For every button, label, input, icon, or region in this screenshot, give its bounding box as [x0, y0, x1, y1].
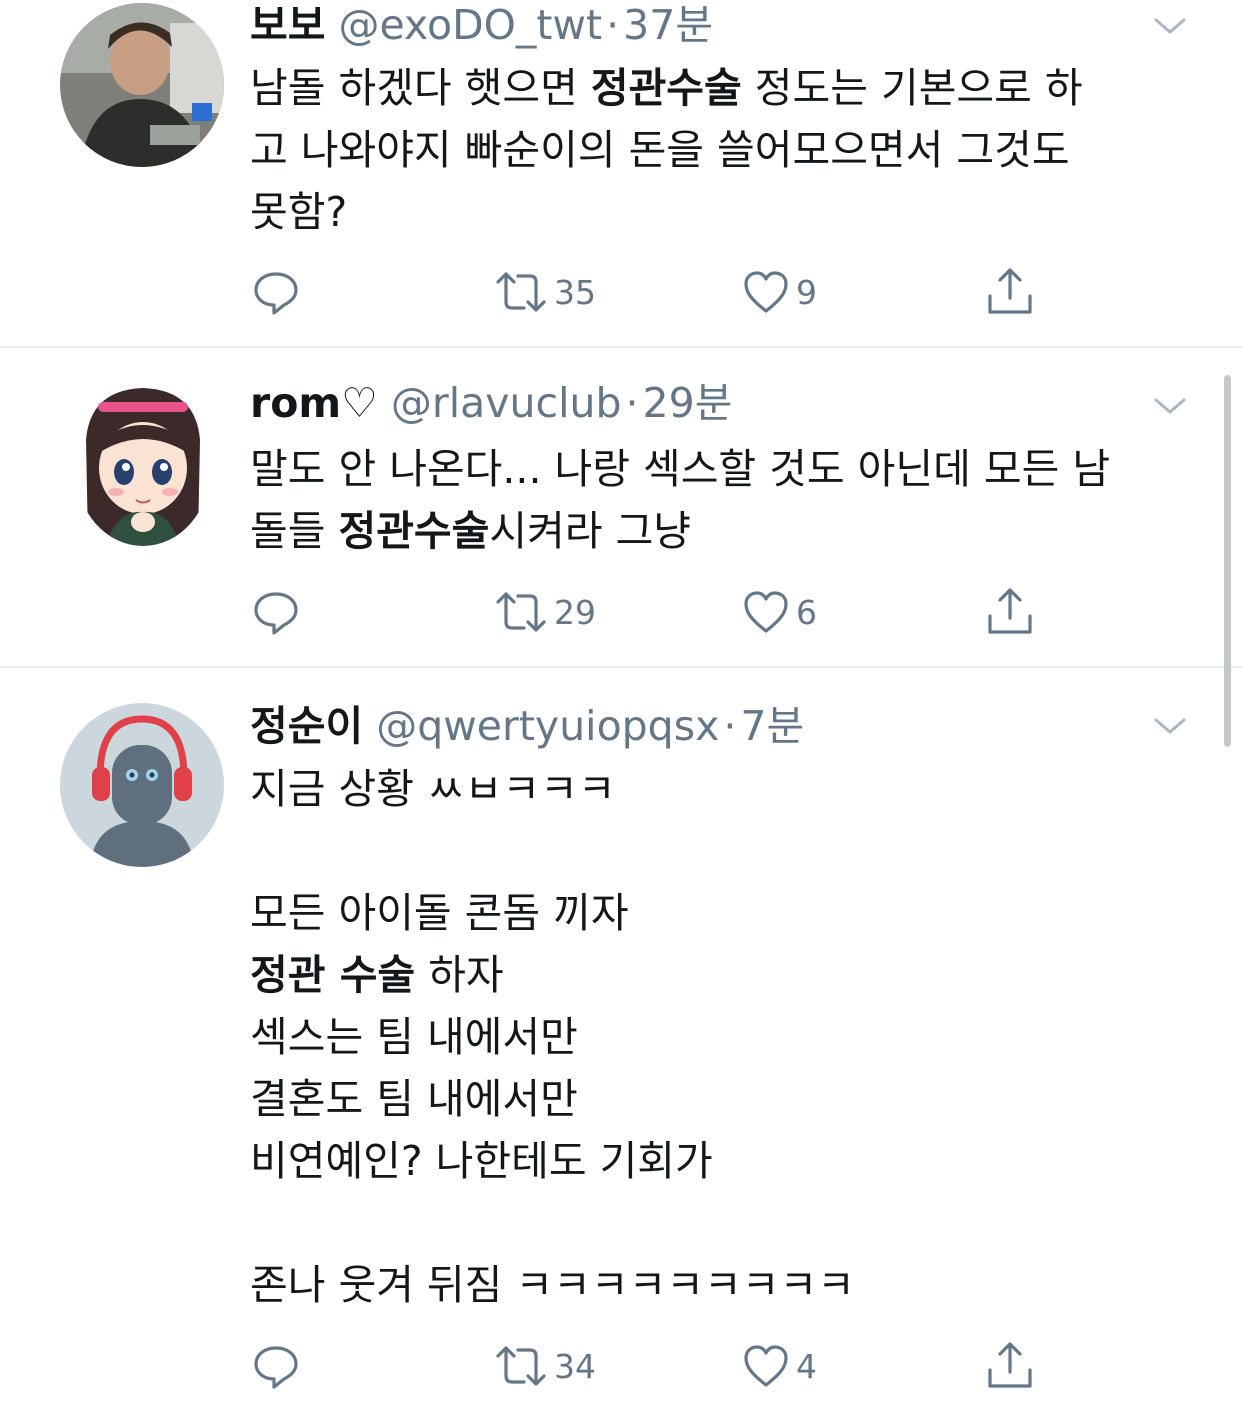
share-icon	[988, 268, 1032, 314]
tweet-actions: 35 9	[0, 262, 1242, 322]
reply-button[interactable]	[252, 582, 300, 642]
retweet-button[interactable]: 29	[494, 582, 596, 642]
display-name[interactable]: 보보	[250, 1, 325, 49]
timestamp[interactable]: 7분	[740, 702, 804, 750]
tweet-actions: 29 6	[0, 582, 1242, 642]
separator-dot: ·	[723, 702, 737, 750]
user-handle[interactable]: @rlavuclub	[391, 379, 622, 427]
separator-dot: ·	[606, 1, 620, 49]
share-icon	[988, 588, 1032, 634]
like-button[interactable]: 9	[742, 262, 817, 322]
retweet-button[interactable]: 35	[494, 262, 596, 322]
display-name[interactable]: rom♡	[250, 379, 378, 427]
share-icon	[988, 1342, 1032, 1388]
tweet-2[interactable]: rom♡ @rlavuclub·29분 말도 안 나온다... 나랑 섹스할 것…	[0, 348, 1242, 668]
reply-icon	[254, 1346, 298, 1389]
separator-dot: ·	[625, 379, 639, 427]
tweet-text: 지금 상황 ㅆㅂㅋㅋㅋ 모든 아이돌 콘돔 끼자 정관 수술 하자 섹스는 팀 …	[250, 765, 855, 1309]
share-button[interactable]	[986, 582, 1034, 642]
avatar[interactable]	[76, 380, 210, 546]
like-button[interactable]: 4	[742, 1336, 817, 1396]
avatar[interactable]	[60, 703, 224, 867]
tweet-header: rom♡ @rlavuclub·29분	[250, 378, 732, 428]
tweet-3[interactable]: 정순이 @qwertyuiopqsx·7분 지금 상황 ㅆㅂㅋㅋㅋ 모든 아이돌…	[0, 668, 1242, 1407]
share-button[interactable]	[986, 262, 1034, 322]
tweet-header: 보보 @exoDO_twt·37분	[250, 0, 713, 50]
share-button[interactable]	[986, 1336, 1034, 1396]
tweet-text: 남돌 하겠다 햇으면 정관수술 정도는 기본으로 하 고 나와야지 빠순이의 돈…	[250, 64, 1083, 236]
display-name[interactable]: 정순이	[250, 702, 363, 750]
tweet-header: 정순이 @qwertyuiopqsx·7분	[250, 701, 804, 751]
timestamp[interactable]: 29분	[643, 379, 733, 427]
like-count: 9	[796, 272, 817, 312]
retweet-count: 34	[554, 1346, 596, 1386]
retweet-icon	[496, 272, 546, 312]
chevron-down-icon[interactable]	[1152, 714, 1188, 738]
reply-button[interactable]	[252, 1336, 300, 1396]
reply-icon	[254, 272, 298, 315]
scrollbar[interactable]	[1224, 375, 1231, 747]
heart-icon	[744, 1345, 788, 1387]
retweet-icon	[496, 1346, 546, 1386]
retweet-count: 29	[554, 592, 596, 632]
chevron-down-icon[interactable]	[1152, 394, 1188, 418]
chevron-down-icon[interactable]	[1152, 14, 1188, 38]
retweet-count: 35	[554, 272, 596, 312]
user-handle[interactable]: @exoDO_twt	[339, 1, 603, 49]
avatar[interactable]	[60, 3, 224, 167]
tweet-text: 말도 안 나온다... 나랑 섹스할 것도 아닌데 모든 남 돌들 정관수술시켜…	[250, 445, 1111, 555]
timestamp[interactable]: 37분	[623, 1, 713, 49]
reply-icon	[254, 592, 298, 635]
like-button[interactable]: 6	[742, 582, 817, 642]
like-count: 4	[796, 1346, 817, 1386]
reply-button[interactable]	[252, 262, 300, 322]
retweet-icon	[496, 592, 546, 632]
tweet-1[interactable]: 보보 @exoDO_twt·37분 남돌 하겠다 햇으면 정관수술 정도는 기본…	[0, 0, 1242, 348]
user-handle[interactable]: @qwertyuiopqsx	[376, 702, 719, 750]
like-count: 6	[796, 592, 817, 632]
tweet-actions: 34 4	[0, 1336, 1242, 1396]
heart-icon	[744, 271, 788, 313]
heart-icon	[744, 591, 788, 633]
retweet-button[interactable]: 34	[494, 1336, 596, 1396]
